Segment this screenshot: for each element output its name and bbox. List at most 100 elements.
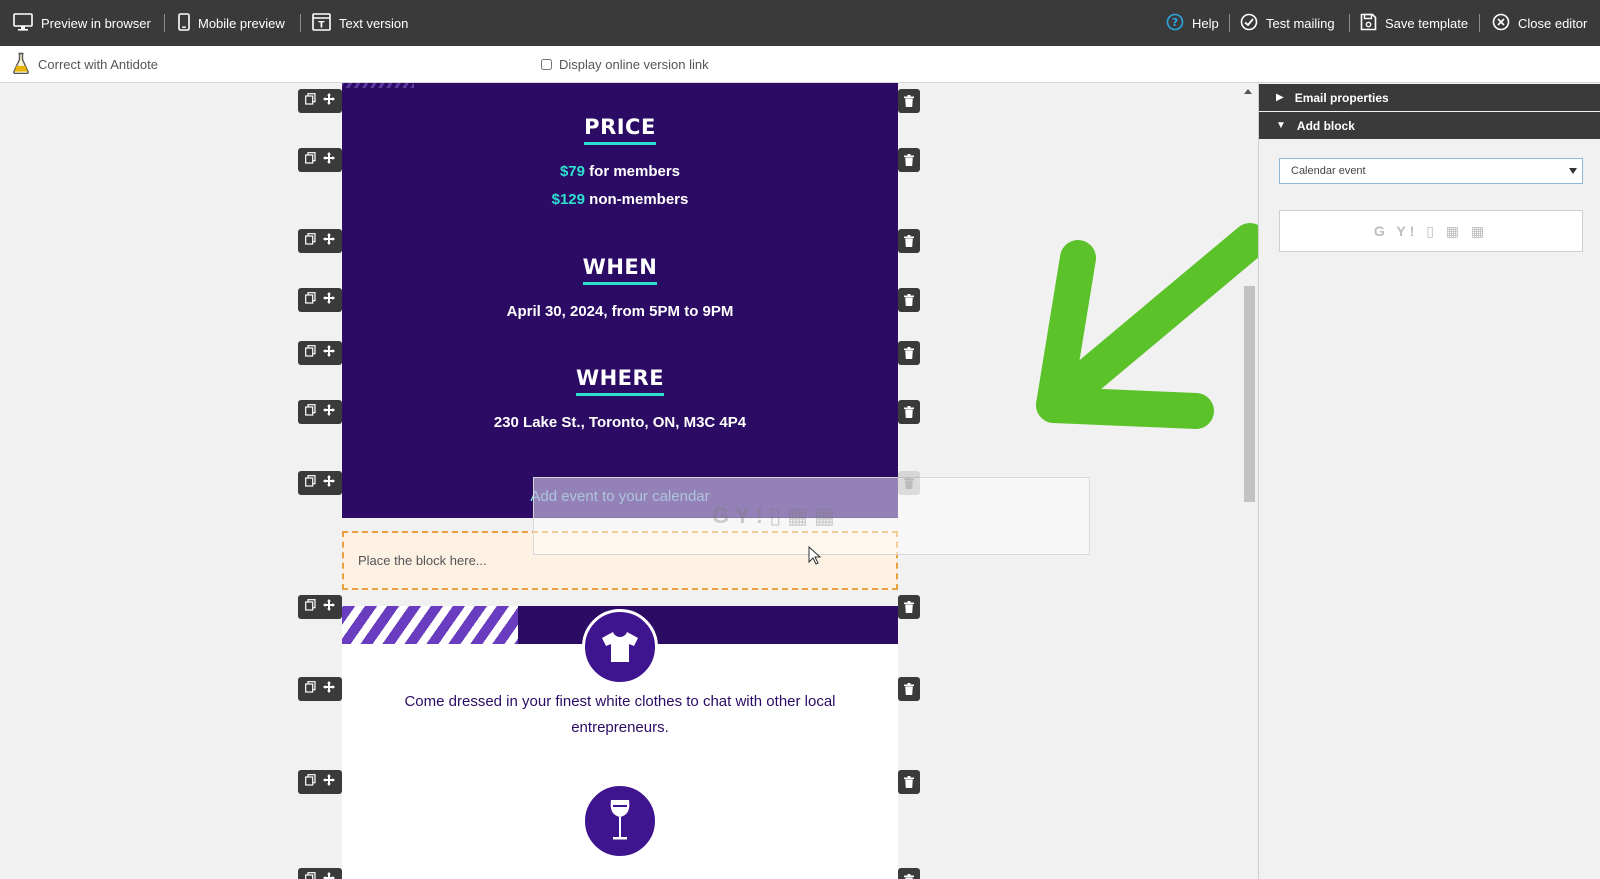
drop-zone-label: Place the block here... bbox=[358, 553, 487, 568]
delete-block-button[interactable] bbox=[898, 400, 920, 424]
price-nonmembers-line[interactable]: $129 non-members bbox=[342, 191, 898, 208]
calendar-provider-icons: G Y! ▯ ▦ ▦ bbox=[1373, 222, 1489, 239]
block-controls[interactable] bbox=[298, 229, 342, 253]
dress-code-text[interactable]: Come dressed in your finest white clothe… bbox=[362, 689, 878, 741]
test-mailing-label: Test mailing bbox=[1266, 15, 1335, 31]
outlook-icon: ▦ bbox=[787, 503, 815, 528]
delete-block-button[interactable] bbox=[898, 229, 920, 253]
trash-icon bbox=[904, 154, 914, 166]
duplicate-icon[interactable] bbox=[304, 291, 316, 309]
caret-down-icon: ▼ bbox=[1276, 120, 1286, 131]
when-heading[interactable]: WHEN bbox=[342, 255, 898, 285]
delete-block-button[interactable] bbox=[898, 148, 920, 172]
flask-icon bbox=[12, 52, 30, 77]
toolbar-divider bbox=[164, 14, 165, 32]
trash-icon bbox=[904, 776, 914, 788]
delete-block-button[interactable] bbox=[898, 341, 920, 365]
move-icon[interactable] bbox=[323, 773, 336, 791]
toolbar-divider bbox=[1479, 14, 1480, 32]
canvas-scrollbar[interactable] bbox=[1244, 286, 1255, 502]
help-icon: ? bbox=[1166, 13, 1184, 34]
block-controls[interactable] bbox=[298, 595, 342, 619]
block-controls[interactable] bbox=[298, 471, 342, 495]
save-template-button[interactable]: Save template bbox=[1360, 0, 1468, 46]
duplicate-icon[interactable] bbox=[304, 232, 316, 250]
move-icon[interactable] bbox=[323, 291, 336, 309]
email-properties-section[interactable]: ▶ Email properties bbox=[1259, 84, 1600, 111]
move-icon[interactable] bbox=[323, 598, 336, 616]
wine-badge bbox=[582, 783, 658, 859]
block-controls[interactable] bbox=[298, 770, 342, 794]
calendar-event-block-thumbnail[interactable]: G Y! ▯ ▦ ▦ bbox=[1279, 210, 1583, 252]
duplicate-icon[interactable] bbox=[304, 773, 316, 791]
delete-block-button[interactable] bbox=[898, 471, 920, 495]
block-controls[interactable] bbox=[298, 148, 342, 172]
mobile-preview-button[interactable]: Mobile preview bbox=[178, 0, 285, 46]
where-heading[interactable]: WHERE bbox=[342, 366, 898, 396]
calendar-provider-icons: GY!▯▦▦ bbox=[712, 503, 841, 529]
delete-block-button[interactable] bbox=[898, 677, 920, 701]
add-block-section[interactable]: ▼ Add block bbox=[1259, 112, 1600, 139]
test-mailing-button[interactable]: Test mailing bbox=[1240, 0, 1335, 46]
move-icon[interactable] bbox=[323, 344, 336, 362]
when-text[interactable]: April 30, 2024, from 5PM to 9PM bbox=[342, 303, 898, 320]
delete-block-button[interactable] bbox=[898, 770, 920, 794]
where-text[interactable]: 230 Lake St., Toronto, ON, M3C 4P4 bbox=[342, 414, 898, 431]
dragged-block-preview[interactable]: GY!▯▦▦ bbox=[533, 477, 1090, 555]
move-icon[interactable] bbox=[323, 680, 336, 698]
block-controls[interactable] bbox=[298, 400, 342, 424]
close-circle-icon bbox=[1492, 13, 1510, 34]
move-icon[interactable] bbox=[323, 232, 336, 250]
trash-icon bbox=[904, 95, 914, 107]
delete-block-button[interactable] bbox=[898, 595, 920, 619]
delete-block-button[interactable] bbox=[898, 868, 920, 879]
duplicate-icon[interactable] bbox=[304, 871, 316, 879]
move-icon[interactable] bbox=[323, 151, 336, 169]
block-controls[interactable] bbox=[298, 677, 342, 701]
price-members-text: for members bbox=[589, 163, 681, 180]
svg-text:T: T bbox=[318, 20, 325, 30]
move-icon[interactable] bbox=[323, 92, 336, 110]
duplicate-icon[interactable] bbox=[304, 403, 316, 421]
help-button[interactable]: ? Help bbox=[1166, 0, 1219, 46]
duplicate-icon[interactable] bbox=[304, 598, 316, 616]
price-heading[interactable]: PRICE bbox=[342, 115, 898, 145]
email-properties-label: Email properties bbox=[1294, 90, 1389, 105]
trash-icon bbox=[904, 477, 914, 489]
move-icon[interactable] bbox=[323, 871, 336, 879]
text-version-button[interactable]: T Text version bbox=[312, 0, 408, 46]
block-controls[interactable] bbox=[298, 868, 342, 879]
close-editor-button[interactable]: Close editor bbox=[1492, 0, 1587, 46]
price-heading-text: PRICE bbox=[584, 115, 656, 145]
wine-glass-icon bbox=[610, 800, 630, 840]
save-icon bbox=[1360, 13, 1377, 34]
duplicate-icon[interactable] bbox=[304, 680, 316, 698]
duplicate-icon[interactable] bbox=[304, 92, 316, 110]
online-version-label: Display online version link bbox=[559, 57, 709, 72]
text-version-label: Text version bbox=[339, 15, 409, 31]
close-editor-label: Close editor bbox=[1518, 15, 1588, 31]
block-controls[interactable] bbox=[298, 341, 342, 365]
block-type-select[interactable]: Calendar event bbox=[1279, 158, 1583, 184]
duplicate-icon[interactable] bbox=[304, 474, 316, 492]
move-icon[interactable] bbox=[323, 403, 336, 421]
text-document-icon: T bbox=[312, 12, 331, 34]
duplicate-icon[interactable] bbox=[304, 344, 316, 362]
price-members-line[interactable]: $79 for members bbox=[342, 163, 898, 180]
preview-browser-button[interactable]: Preview in browser bbox=[13, 0, 151, 46]
block-controls[interactable] bbox=[298, 288, 342, 312]
block-controls[interactable] bbox=[298, 89, 342, 113]
when-heading-text: WHEN bbox=[582, 255, 658, 285]
antidote-label: Correct with Antidote bbox=[38, 57, 158, 72]
online-version-checkbox[interactable] bbox=[541, 59, 552, 70]
move-icon[interactable] bbox=[323, 474, 336, 492]
right-sidebar: ▶ Email properties ▼ Add block Calendar … bbox=[1258, 83, 1600, 879]
price-nonmembers-text: non-members bbox=[589, 191, 689, 208]
duplicate-icon[interactable] bbox=[304, 151, 316, 169]
scroll-up-arrow-icon[interactable] bbox=[1244, 89, 1252, 94]
antidote-button[interactable]: Correct with Antidote bbox=[12, 46, 158, 83]
secondary-toolbar: Correct with Antidote Display online ver… bbox=[0, 46, 1600, 83]
delete-block-button[interactable] bbox=[898, 89, 920, 113]
delete-block-button[interactable] bbox=[898, 288, 920, 312]
mobile-icon bbox=[178, 12, 190, 34]
